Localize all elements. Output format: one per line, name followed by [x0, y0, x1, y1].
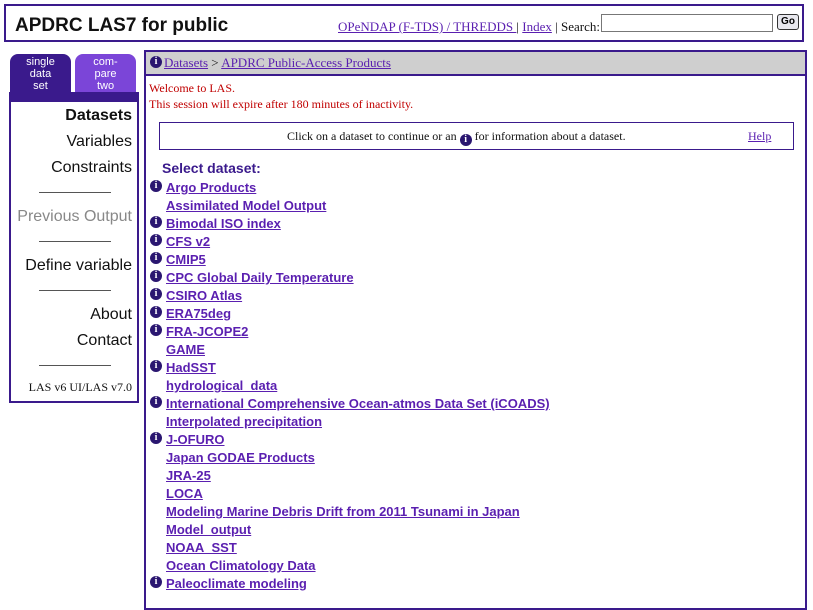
- dataset-link[interactable]: Ocean Climatology Data: [166, 558, 316, 573]
- instructions-text: Click on a dataset to continue or an i for…: [287, 129, 626, 146]
- dataset-link[interactable]: FRA-JCOPE2: [166, 324, 248, 339]
- nav-about[interactable]: About: [90, 306, 132, 324]
- app-header: APDRC LAS7 for public OPeNDAP (F-TDS) / …: [4, 4, 804, 42]
- dataset-link[interactable]: Modeling Marine Debris Drift from 2011 T…: [166, 504, 520, 519]
- tab-label-line: set: [33, 80, 48, 92]
- dataset-link[interactable]: JRA-25: [166, 468, 211, 483]
- tab-label-line: pare: [94, 68, 117, 80]
- welcome-message: Welcome to LAS.: [149, 81, 236, 95]
- dataset-link[interactable]: International Comprehensive Ocean-atmos …: [166, 396, 550, 411]
- info-icon[interactable]: i: [150, 270, 162, 282]
- dataset-link[interactable]: Argo Products: [166, 180, 256, 195]
- info-icon[interactable]: i: [150, 432, 162, 444]
- index-link[interactable]: Index: [522, 19, 552, 34]
- nav-define-variable[interactable]: Define variable: [25, 257, 132, 275]
- dataset-link[interactable]: HadSST: [166, 360, 216, 375]
- opendap-thredds-link[interactable]: OPeNDAP (F-TDS) / THREDDS: [338, 19, 516, 34]
- header-separator: |: [516, 19, 520, 34]
- search-input[interactable]: [601, 14, 773, 32]
- breadcrumb-current-link[interactable]: APDRC Public-Access Products: [221, 55, 391, 70]
- dataset-link[interactable]: NOAA_SST: [166, 540, 237, 555]
- go-button[interactable]: Go: [777, 14, 799, 30]
- dataset-link[interactable]: Japan GODAE Products: [166, 450, 315, 465]
- tab-label-line: data: [29, 68, 52, 80]
- nav-divider: [39, 365, 111, 366]
- version-label: LAS v6 UI/LAS v7.0: [28, 380, 132, 394]
- dataset-link[interactable]: Bimodal ISO index: [166, 216, 281, 231]
- instructions-text-after: for information about a dataset.: [474, 129, 626, 143]
- info-icon[interactable]: i: [150, 252, 162, 264]
- dataset-link[interactable]: GAME: [166, 342, 205, 357]
- dataset-link[interactable]: Interpolated precipitation: [166, 414, 322, 429]
- dataset-link[interactable]: CPC Global Daily Temperature: [166, 270, 354, 285]
- tab-single-data-set[interactable]: single data set: [10, 54, 71, 92]
- tab-label-line: com-: [93, 56, 118, 68]
- tab-label-line: single: [26, 56, 55, 68]
- dataset-link[interactable]: hydrological_data: [166, 378, 277, 393]
- nav-variables[interactable]: Variables: [66, 133, 132, 151]
- breadcrumb: i Datasets > APDRC Public-Access Product…: [146, 52, 805, 76]
- info-icon[interactable]: i: [150, 324, 162, 336]
- tab-label-line: two: [96, 80, 115, 92]
- info-icon: i: [459, 134, 472, 146]
- nav-previous-output: Previous Output: [17, 208, 132, 225]
- dataset-link[interactable]: ERA75deg: [166, 306, 231, 321]
- dataset-link[interactable]: Assimilated Model Output: [166, 198, 326, 213]
- tab-compare-two[interactable]: com- pare two: [75, 54, 136, 92]
- info-icon[interactable]: i: [150, 288, 162, 300]
- instructions-text-before: Click on a dataset to continue or an: [287, 129, 457, 143]
- instructions-box: Click on a dataset to continue or an i for…: [159, 122, 794, 150]
- select-dataset-heading: Select dataset:: [162, 160, 261, 176]
- info-icon[interactable]: i: [150, 360, 162, 372]
- main-panel: i Datasets > APDRC Public-Access Product…: [144, 50, 807, 610]
- info-icon[interactable]: i: [150, 576, 162, 588]
- nav-divider: [39, 241, 111, 242]
- nav-constraints[interactable]: Constraints: [51, 159, 132, 177]
- session-messages: Welcome to LAS. This session will expire…: [149, 80, 413, 112]
- app-title: APDRC LAS7 for public: [15, 15, 229, 36]
- expire-message: This session will expire after 180 minut…: [149, 97, 414, 111]
- help-link[interactable]: Help: [748, 129, 771, 144]
- header-links: OPeNDAP (F-TDS) / THREDDS | Index | Sear…: [338, 19, 600, 35]
- breadcrumb-datasets-link[interactable]: Datasets: [164, 55, 208, 70]
- info-icon[interactable]: i: [150, 180, 162, 192]
- info-icon[interactable]: i: [150, 306, 162, 318]
- breadcrumb-trail: Datasets > APDRC Public-Access Products: [164, 55, 391, 71]
- dataset-link[interactable]: LOCA: [166, 486, 203, 501]
- nav-divider: [39, 290, 111, 291]
- search-label: | Search:: [555, 19, 600, 34]
- dataset-link[interactable]: CSIRO Atlas: [166, 288, 242, 303]
- side-navigation: Datasets Variables Constraints Previous …: [9, 92, 139, 403]
- nav-datasets[interactable]: Datasets: [65, 107, 132, 125]
- dataset-link[interactable]: CFS v2: [166, 234, 210, 249]
- dataset-link[interactable]: J-OFURO: [166, 432, 225, 447]
- info-icon[interactable]: i: [150, 56, 162, 68]
- nav-divider: [39, 192, 111, 193]
- dataset-link[interactable]: Paleoclimate modeling: [166, 576, 307, 591]
- breadcrumb-separator: >: [211, 55, 219, 70]
- info-icon[interactable]: i: [150, 216, 162, 228]
- nav-contact[interactable]: Contact: [77, 332, 132, 350]
- dataset-link[interactable]: Model_output: [166, 522, 251, 537]
- info-icon[interactable]: i: [150, 234, 162, 246]
- info-icon[interactable]: i: [150, 396, 162, 408]
- dataset-link[interactable]: CMIP5: [166, 252, 206, 267]
